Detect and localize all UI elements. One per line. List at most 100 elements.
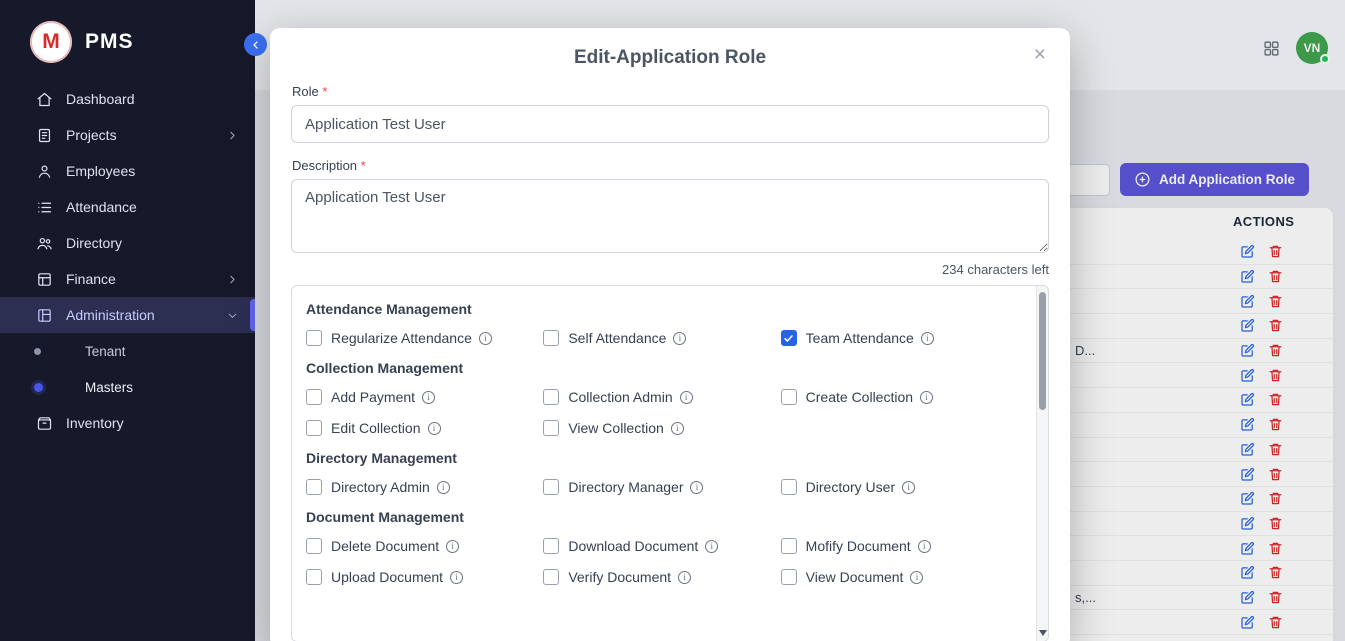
sidebar-item-label: Directory (66, 235, 239, 251)
screen: M PMS DashboardProjectsEmployees Attendan… (0, 0, 1345, 641)
info-icon: i (671, 422, 684, 435)
info-icon: i (910, 571, 923, 584)
checkbox-unchecked[interactable] (306, 389, 322, 405)
permission-view-document[interactable]: View Document i (781, 569, 1018, 585)
permission-directory-user[interactable]: Directory Useri (781, 479, 1018, 495)
scrollbar-thumb[interactable] (1039, 292, 1046, 410)
checkbox-unchecked[interactable] (781, 538, 797, 554)
permission-label: Regularize Attendance (331, 330, 472, 346)
close-icon[interactable]: × (1030, 40, 1050, 69)
permission-add-payment[interactable]: Add Paymenti (306, 389, 543, 405)
checkbox-unchecked[interactable] (543, 538, 559, 554)
permission-label: Add Payment (331, 389, 415, 405)
sidebar-item-administration[interactable]: Administration (0, 297, 255, 333)
permission-label: Directory Admin (331, 479, 430, 495)
info-icon: i (690, 481, 703, 494)
bullet-icon (34, 348, 41, 355)
scrollbar[interactable] (1036, 286, 1048, 641)
permission-label: Self Attendance (568, 330, 666, 346)
permission-create-collection[interactable]: Create Collection i (781, 389, 1018, 405)
permission-grid: Regularize AttendanceiSelf AttendanceiTe… (306, 330, 1018, 346)
description-textarea[interactable]: Application Test User (291, 179, 1049, 253)
permission-label: Create Collection (806, 389, 913, 405)
sidebar-item-finance[interactable]: Finance (0, 261, 255, 297)
permission-edit-collection[interactable]: Edit Collectioni (306, 420, 543, 436)
info-icon: i (921, 332, 934, 345)
permissions-panel: Attendance Management Regularize Attendan… (291, 285, 1049, 641)
section-title-attendance-management: Attendance Management (306, 301, 1018, 317)
sidebar-item-label: Administration (66, 307, 226, 323)
sidebar-item-dashboard[interactable]: Dashboard (0, 81, 255, 117)
section-title-collection-management: Collection Management (306, 360, 1018, 376)
checkbox-unchecked[interactable] (543, 479, 559, 495)
checkbox-unchecked[interactable] (543, 420, 559, 436)
info-icon: i (680, 391, 693, 404)
role-input[interactable] (291, 105, 1049, 143)
permission-grid: Add PaymentiCollection AdminiCreate Coll… (306, 389, 1018, 436)
sidebar-item-employees[interactable]: Employees (0, 153, 255, 189)
required-marker: * (361, 158, 366, 173)
chevron-right-icon (226, 129, 239, 142)
permission-upload-document[interactable]: Upload Documenti (306, 569, 543, 585)
checkbox-unchecked[interactable] (543, 569, 559, 585)
info-icon: i (705, 540, 718, 553)
info-icon: i (673, 332, 686, 345)
permission-collection-admin[interactable]: Collection Admin i (543, 389, 780, 405)
permission-self-attendance[interactable]: Self Attendance i (543, 330, 780, 346)
checkbox-checked[interactable] (781, 330, 797, 346)
permission-view-collection[interactable]: View Collectioni (543, 420, 780, 436)
list-icon (36, 199, 53, 216)
permission-directory-manager[interactable]: Directory Manager i (543, 479, 780, 495)
permission-verify-document[interactable]: Verify Documenti (543, 569, 780, 585)
sidebar-subitem-masters[interactable]: Masters (0, 369, 255, 405)
permission-label: Directory User (806, 479, 895, 495)
sidebar-nav: DashboardProjectsEmployees Attendance Dire… (0, 81, 255, 441)
checkbox-unchecked[interactable] (306, 479, 322, 495)
permission-label: View Document (806, 569, 904, 585)
chevron-right-icon (226, 273, 239, 286)
checkbox-unchecked[interactable] (781, 389, 797, 405)
scroll-down-arrow-icon[interactable] (1039, 630, 1047, 636)
permission-download-document[interactable]: Download Documenti (543, 538, 780, 554)
checkbox-unchecked[interactable] (781, 479, 797, 495)
home-icon (36, 91, 53, 108)
permission-regularize-attendance[interactable]: Regularize Attendance i (306, 330, 543, 346)
box-icon (36, 415, 53, 432)
permission-label: Collection Admin (568, 389, 672, 405)
sidebar-subitem-tenant[interactable]: Tenant (0, 333, 255, 369)
info-icon: i (446, 540, 459, 553)
role-label: Role * (292, 84, 1049, 99)
permission-mofify-document[interactable]: Mofify Documenti (781, 538, 1018, 554)
checkbox-unchecked[interactable] (306, 330, 322, 346)
bullet-icon (34, 383, 43, 392)
sidebar-item-label: Attendance (66, 199, 239, 215)
sidebar-item-attendance[interactable]: Attendance (0, 189, 255, 225)
checkbox-unchecked[interactable] (543, 389, 559, 405)
sidebar-collapse-button[interactable] (244, 33, 267, 56)
info-icon: i (920, 391, 933, 404)
chevron-down-icon (226, 309, 239, 322)
sidebar-item-projects[interactable]: Projects (0, 117, 255, 153)
app-name: PMS (85, 30, 134, 54)
info-icon: i (479, 332, 492, 345)
info-icon: i (678, 571, 691, 584)
permission-label: Directory Manager (568, 479, 683, 495)
permission-label: Upload Document (331, 569, 443, 585)
sidebar-item-label: Finance (66, 271, 226, 287)
checkbox-unchecked[interactable] (306, 569, 322, 585)
permission-team-attendance[interactable]: Team Attendancei (781, 330, 1018, 346)
permission-directory-admin[interactable]: Directory Admini (306, 479, 543, 495)
people-icon (36, 235, 53, 252)
sidebar-item-label: Inventory (66, 415, 239, 431)
checkbox-unchecked[interactable] (306, 420, 322, 436)
checkbox-unchecked[interactable] (306, 538, 322, 554)
permission-label: Edit Collection (331, 420, 421, 436)
checkbox-unchecked[interactable] (781, 569, 797, 585)
edit-application-role-modal: Edit-Application Role × Role * Descripti… (270, 28, 1070, 641)
sidebar-item-directory[interactable]: Directory (0, 225, 255, 261)
permission-grid: Directory AdminiDirectory ManageriDirect… (306, 479, 1018, 495)
sidebar-item-inventory[interactable]: Inventory (0, 405, 255, 441)
app-logo: M PMS (0, 0, 255, 81)
checkbox-unchecked[interactable] (543, 330, 559, 346)
permission-delete-document[interactable]: Delete Documenti (306, 538, 543, 554)
